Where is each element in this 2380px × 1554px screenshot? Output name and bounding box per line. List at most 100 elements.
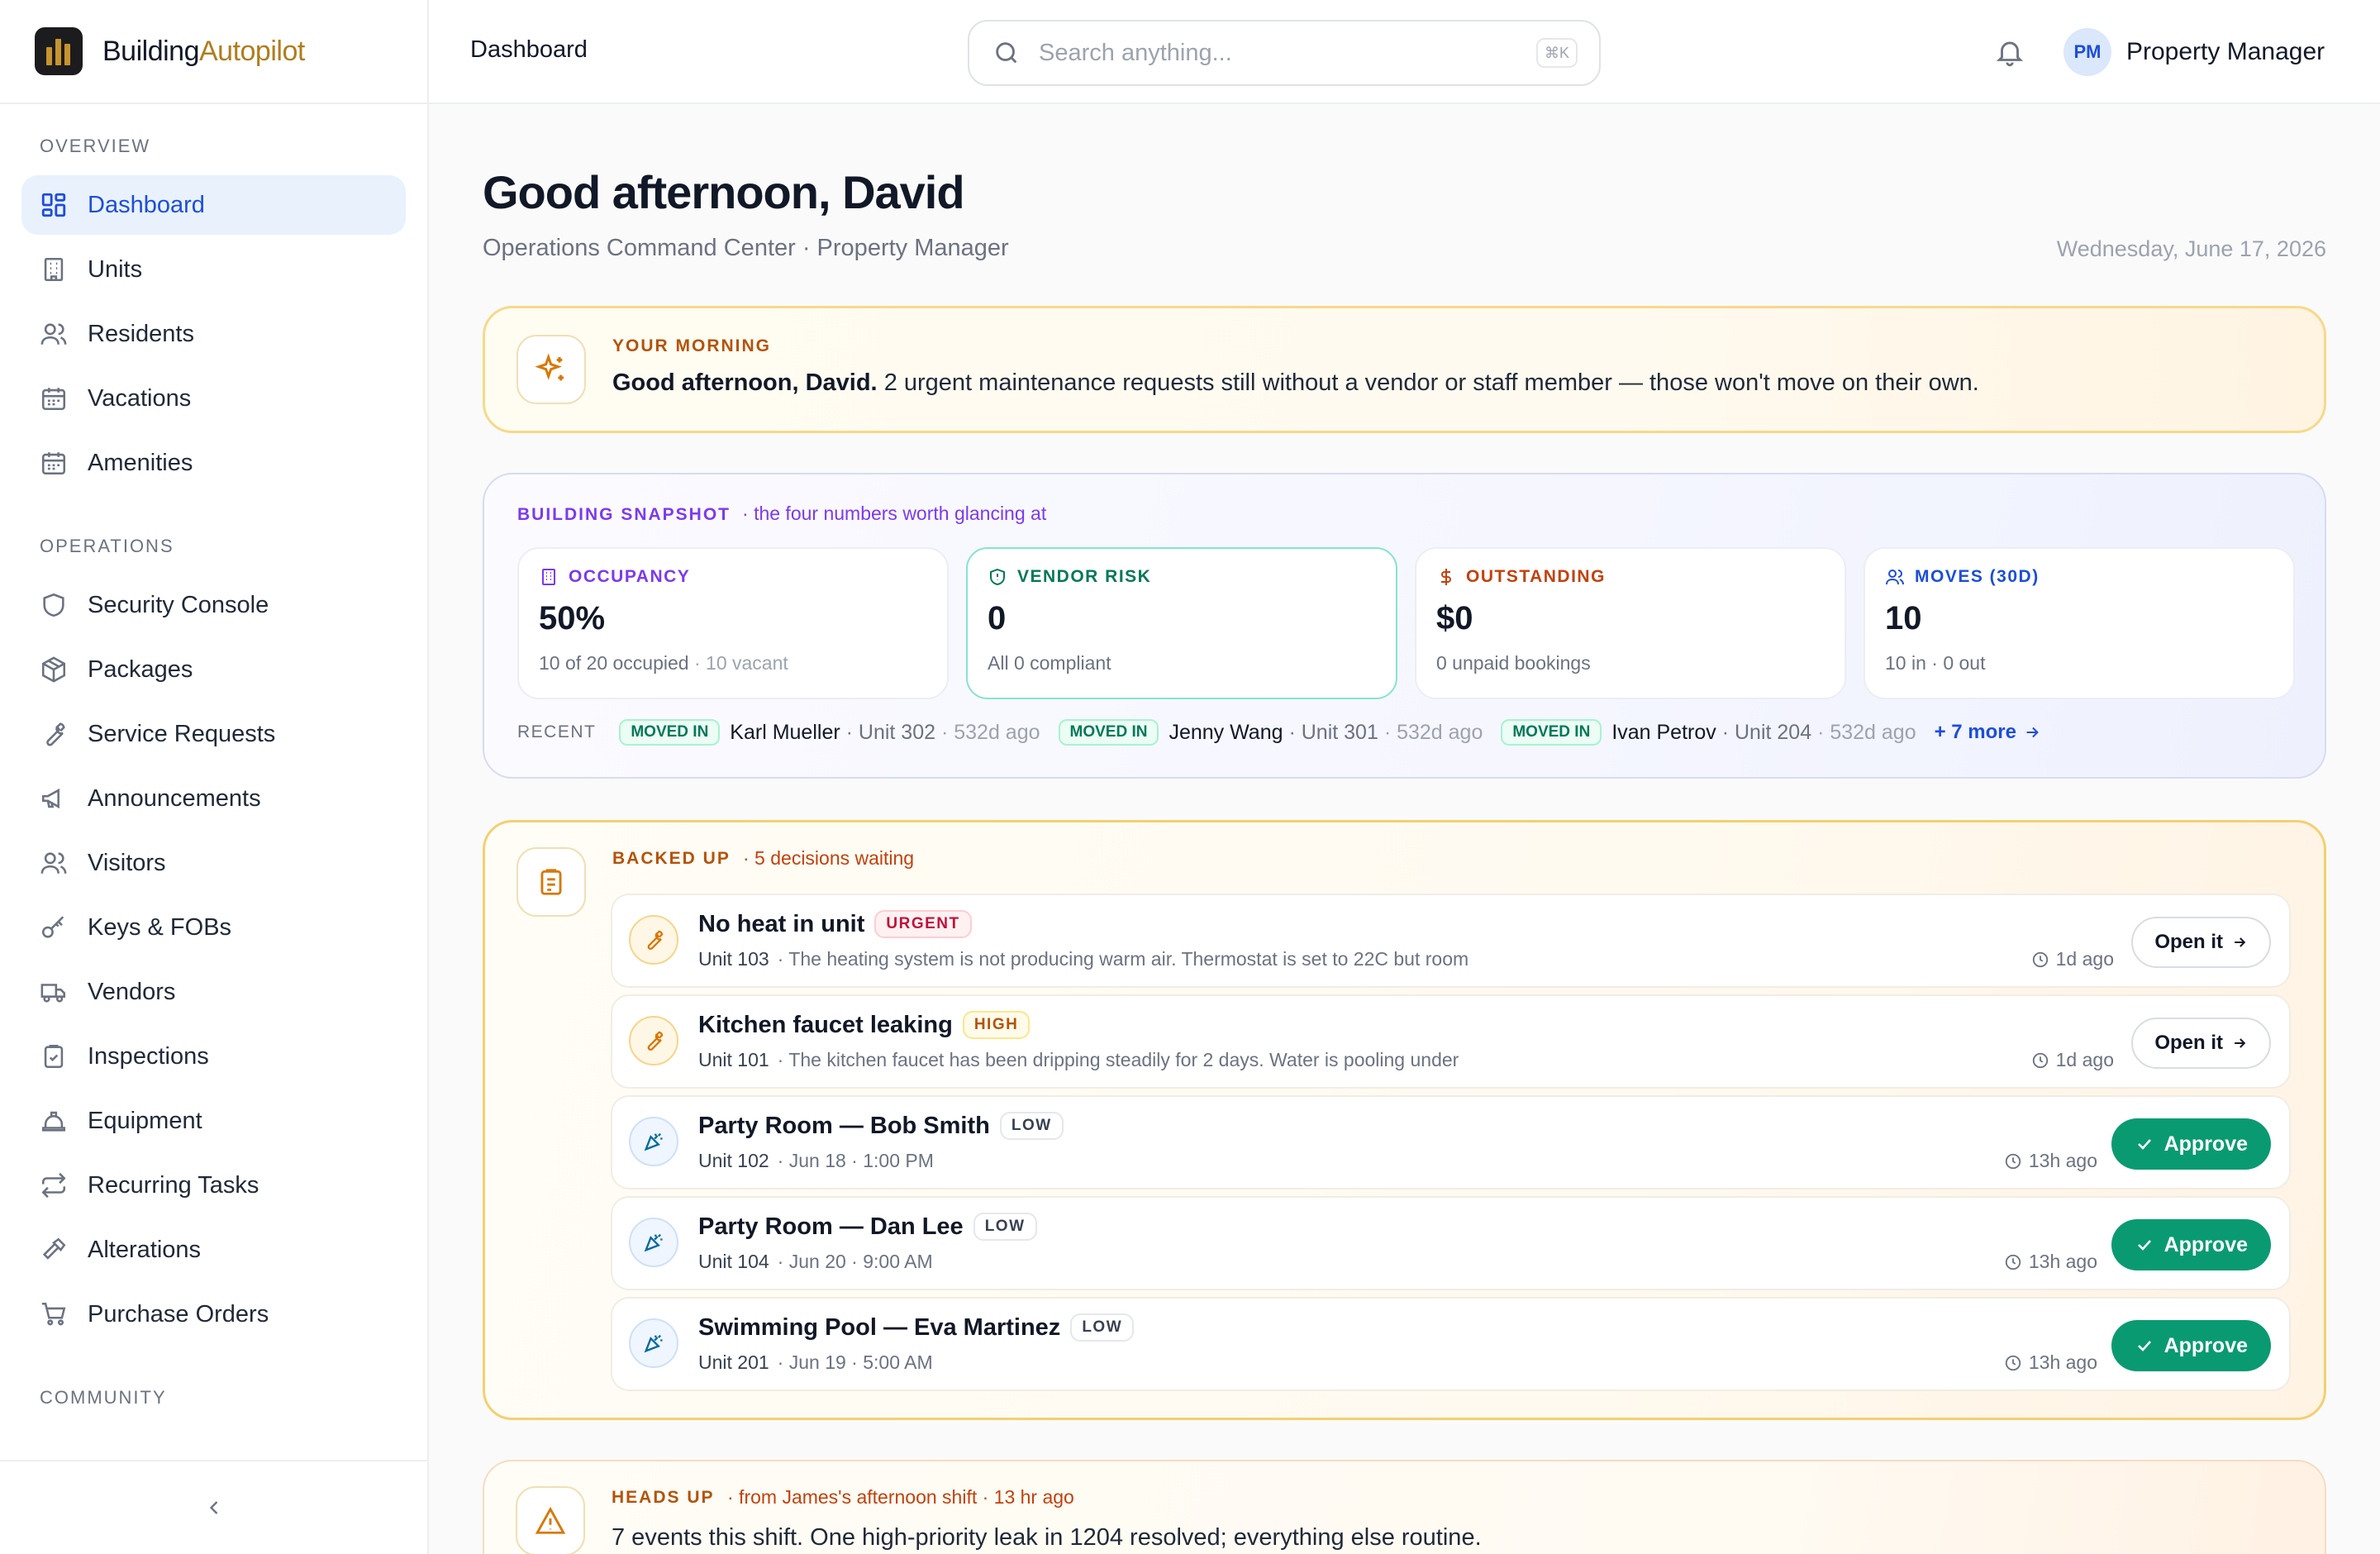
heads-up-eyebrow: HEADS UP — [612, 1488, 715, 1507]
metric-moves[interactable]: MOVES (30D) 10 10 in · 0 out — [1864, 547, 2295, 699]
sidebar-item-dashboard[interactable]: Dashboard — [21, 175, 406, 235]
building-icon — [542, 569, 555, 585]
recent-item[interactable]: MOVED IN Karl Mueller · Unit 302 · 532d … — [619, 719, 1040, 746]
sidebar-item-packages[interactable]: Packages — [21, 640, 406, 699]
users-icon — [40, 852, 67, 874]
morning-card: YOUR MORNING Good afternoon, David. 2 ur… — [483, 306, 2326, 433]
request-time: 13h ago — [2004, 1150, 2097, 1172]
sidebar-item-vacations[interactable]: Vacations — [21, 369, 406, 428]
approve-button[interactable]: Approve — [2111, 1118, 2271, 1170]
sidebar-item-amenities[interactable]: Amenities — [21, 433, 406, 493]
sidebar-item-purchase-orders[interactable]: Purchase Orders — [21, 1285, 406, 1344]
recent-label: RECENT — [517, 722, 597, 741]
recent-item[interactable]: MOVED IN Jenny Wang · Unit 301 · 532d ag… — [1058, 719, 1483, 746]
more-moves-link[interactable]: + 7 more — [1935, 721, 2041, 744]
clipboard-icon — [516, 847, 586, 917]
avatar[interactable]: PM — [2063, 28, 2111, 76]
calendar-icon — [41, 452, 66, 475]
metric-label: MOVES (30D) — [1915, 567, 2040, 586]
party-popper-icon — [629, 1318, 678, 1368]
open-it-button[interactable]: Open it — [2131, 917, 2271, 968]
sidebar-item-service-requests[interactable]: Service Requests — [21, 704, 406, 764]
warning-icon — [516, 1486, 585, 1554]
metric-outstanding[interactable]: OUTSTANDING $0 0 unpaid bookings — [1415, 547, 1846, 699]
section-label-operations: OPERATIONS — [40, 536, 174, 556]
sidebar-item-vendors[interactable]: Vendors — [21, 962, 406, 1022]
dollar-icon — [1441, 569, 1451, 585]
request-time: 1d ago — [2031, 1049, 2114, 1071]
recent-moves: RECENT MOVED IN Karl Mueller · Unit 302 … — [517, 719, 2041, 746]
sidebar-item-units[interactable]: Units — [21, 240, 406, 299]
metric-label: OCCUPANCY — [569, 567, 691, 586]
user-name[interactable]: Property Manager — [2126, 38, 2325, 66]
sidebar-item-label: Dashboard — [88, 191, 205, 218]
sidebar-item-inspections[interactable]: Inspections — [21, 1027, 406, 1086]
approve-button[interactable]: Approve — [2111, 1320, 2271, 1371]
request-title: Party Room — Dan Lee LOW — [698, 1213, 1037, 1241]
truck-icon — [40, 984, 66, 1003]
heads-up-subtitle: · from James's afternoon shift · 13 hr a… — [727, 1486, 1074, 1508]
resident-name: Jenny Wang — [1169, 720, 1283, 744]
request-detail: Unit 104 · Jun 20 · 9:00 AM — [698, 1251, 933, 1272]
snapshot-header: BUILDING SNAPSHOT · the four numbers wort… — [517, 503, 1046, 525]
heads-up-card: HEADS UP · from James's afternoon shift … — [483, 1460, 2326, 1554]
request-detail: Unit 101 · The kitchen faucet has been dr… — [698, 1049, 1459, 1070]
backed-up-eyebrow: BACKED UP — [612, 849, 731, 868]
search-shortcut: ⌘K — [1535, 38, 1578, 68]
sidebar-item-security-console[interactable]: Security Console — [21, 575, 406, 635]
brand[interactable]: BuildingAutopilot — [0, 0, 427, 104]
request-detail: Unit 102 · Jun 18 · 1:00 PM — [698, 1150, 934, 1171]
request-time: 13h ago — [2004, 1251, 2097, 1273]
recent-item[interactable]: MOVED IN Ivan Petrov · Unit 204 · 532d a… — [1501, 719, 1916, 746]
sidebar-item-equipment[interactable]: Equipment — [21, 1091, 406, 1151]
snapshot-subtitle: · the four numbers worth glancing at — [742, 503, 1047, 524]
request-row[interactable]: Kitchen faucet leaking HIGH Unit 101 · The… — [611, 994, 2291, 1089]
sidebar-item-label: Units — [88, 255, 143, 283]
resident-name: Karl Mueller — [730, 720, 840, 744]
arrow-right-icon — [2235, 1038, 2246, 1048]
resident-name: Ivan Petrov — [1611, 720, 1716, 744]
request-row[interactable]: Swimming Pool — Eva Martinez LOW Unit 201… — [611, 1297, 2291, 1391]
sidebar-item-label: Vendors — [88, 978, 176, 1005]
request-row[interactable]: No heat in unit URGENT Unit 103 · The heat… — [611, 894, 2291, 988]
sidebar-item-label: Visitors — [88, 849, 166, 876]
request-row[interactable]: Party Room — Dan Lee LOW Unit 104 · Jun 20… — [611, 1196, 2291, 1290]
sidebar-item-label: Security Console — [88, 591, 269, 618]
sidebar-item-residents[interactable]: Residents — [21, 304, 406, 364]
sidebar-item-recurring-tasks[interactable]: Recurring Tasks — [21, 1156, 406, 1215]
sidebar-item-visitors[interactable]: Visitors — [21, 833, 406, 893]
party-popper-icon — [629, 1218, 678, 1267]
metric-vendor-risk[interactable]: VENDOR RISK 0 All 0 compliant — [966, 547, 1397, 699]
sidebar-item-label: Equipment — [88, 1107, 202, 1134]
bell-icon[interactable] — [1994, 36, 2025, 68]
sidebar-item-announcements[interactable]: Announcements — [21, 769, 406, 828]
morning-eyebrow: YOUR MORNING — [612, 336, 771, 355]
open-it-button[interactable]: Open it — [2131, 1018, 2271, 1069]
search-icon — [996, 42, 1017, 64]
request-row[interactable]: Party Room — Bob Smith LOW Unit 102 · Jun … — [611, 1095, 2291, 1189]
sidebar-item-alterations[interactable]: Alterations — [21, 1220, 406, 1280]
sidebar-nav: OVERVIEW Dashboard Units Residents Vacat… — [0, 104, 427, 1410]
brand-name: BuildingAutopilot — [102, 35, 305, 67]
metric-occupancy[interactable]: OCCUPANCY 50% 10 of 20 occupied · 10 vac… — [517, 547, 949, 699]
sparkle-icon — [516, 335, 586, 404]
request-title: Kitchen faucet leaking HIGH — [698, 1011, 1031, 1039]
metric-foot: 0 unpaid bookings — [1436, 652, 1591, 674]
sidebar-collapse-button[interactable] — [0, 1460, 427, 1554]
package-icon — [41, 656, 66, 683]
current-date: Wednesday, June 17, 2026 — [2056, 236, 2326, 261]
moved-in-badge: MOVED IN — [619, 719, 721, 746]
search-input[interactable]: Search anything... ⌘K — [968, 20, 1601, 86]
request-detail: Unit 103 · The heating system is not prod… — [698, 948, 1469, 970]
building-icon — [44, 257, 64, 282]
sidebar-item-label: Inspections — [88, 1042, 209, 1070]
clock-icon — [2005, 1153, 2021, 1169]
page-subtitle: Operations Command Center · Property Man… — [483, 235, 1009, 261]
breadcrumb: Dashboard — [470, 36, 588, 63]
sidebar-item-keys-fobs[interactable]: Keys & FOBs — [21, 898, 406, 957]
approve-button[interactable]: Approve — [2111, 1219, 2271, 1270]
sidebar-item-label: Service Requests — [88, 720, 276, 747]
clock-icon — [2032, 1052, 2048, 1068]
sidebar-item-label: Vacations — [88, 384, 192, 412]
sidebar-item-label: Residents — [88, 320, 194, 347]
